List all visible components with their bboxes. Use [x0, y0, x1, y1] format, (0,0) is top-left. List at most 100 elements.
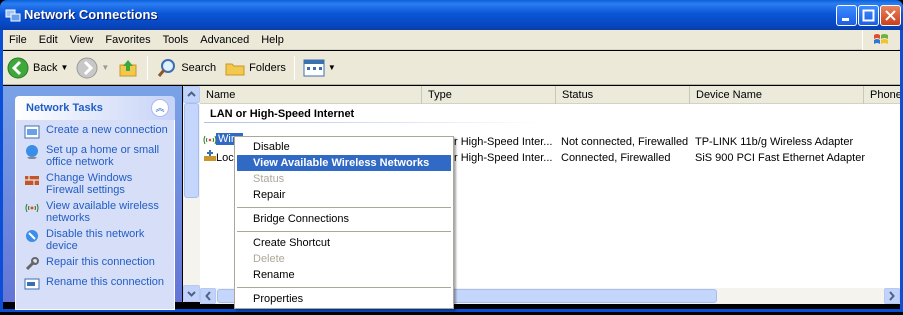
views-button[interactable]: ▼ [299, 55, 340, 81]
menu-properties[interactable]: Properties [237, 291, 451, 307]
toolbar: Back ▼ ▼ Search Folders ▼ [3, 51, 900, 85]
menu-bar: File Edit View Favorites Tools Advanced … [3, 30, 900, 50]
column-type[interactable]: Type [422, 86, 556, 104]
network-connections-icon [5, 9, 21, 22]
folders-button[interactable]: Folders [220, 55, 290, 81]
search-button[interactable]: Search [152, 55, 220, 81]
task-repair[interactable]: Repair this connection [24, 256, 168, 272]
back-button[interactable]: Back ▼ [3, 55, 72, 81]
context-menu: Disable View Available Wireless Networks… [234, 136, 454, 309]
task-disable-device[interactable]: Disable this network device [24, 228, 168, 252]
network-tasks-title: Network Tasks [26, 102, 103, 114]
row-device: TP-LINK 11b/g Wireless Adapter [695, 136, 854, 148]
task-label: Rename this connection [46, 276, 165, 288]
search-label: Search [181, 61, 217, 74]
forward-button[interactable]: ▼ [72, 55, 113, 81]
column-header: Name Type Status Device Name Phone # [200, 86, 900, 104]
back-dropdown-icon[interactable]: ▼ [60, 63, 68, 72]
menu-repair[interactable]: Repair [237, 187, 451, 203]
menu-rename[interactable]: Rename [237, 267, 451, 283]
menu-advanced[interactable]: Advanced [194, 31, 255, 49]
new-connection-icon [24, 125, 40, 139]
close-button[interactable] [880, 5, 901, 26]
menu-file[interactable]: File [3, 31, 33, 49]
home-network-icon [26, 145, 38, 159]
task-home-network[interactable]: Set up a home or small office network [24, 144, 168, 168]
task-view-wireless[interactable]: View available wireless networks [24, 200, 168, 224]
group-divider [204, 122, 544, 123]
folders-icon [225, 63, 245, 75]
column-phone[interactable]: Phone # [864, 86, 900, 104]
firewall-icon [25, 176, 39, 185]
menu-edit[interactable]: Edit [33, 31, 64, 49]
scroll-down-button[interactable] [183, 285, 200, 302]
wireless-connection-icon [203, 135, 217, 145]
windows-flag-icon [874, 34, 888, 44]
wireless-icon [25, 203, 39, 213]
row-type: r High-Speed Inter... [454, 152, 553, 164]
scroll-right-button[interactable] [884, 288, 900, 304]
title-bar[interactable]: Network Connections [0, 0, 903, 30]
minimize-button[interactable] [836, 5, 857, 26]
row-status: Connected, Firewalled [561, 152, 671, 164]
forward-arrow-icon [76, 57, 98, 78]
lan-connection-icon [204, 150, 216, 161]
menu-bridge-connections[interactable]: Bridge Connections [237, 211, 451, 227]
column-name[interactable]: Name [200, 86, 422, 104]
toolbar-separator [147, 55, 149, 80]
scroll-thumb[interactable] [184, 103, 199, 198]
network-tasks-header[interactable]: Network Tasks ︽ [15, 96, 175, 120]
scroll-left-button[interactable] [200, 288, 216, 304]
close-icon [885, 10, 896, 21]
column-status[interactable]: Status [556, 86, 690, 104]
menu-view-wireless-networks[interactable]: View Available Wireless Networks [237, 155, 451, 171]
menu-separator [237, 287, 451, 288]
menu-tools[interactable]: Tools [157, 31, 195, 49]
task-label: Change Windows Firewall settings [46, 172, 133, 196]
task-create-connection[interactable]: Create a new connection [24, 124, 168, 140]
window-title: Network Connections [24, 7, 158, 22]
menu-help[interactable]: Help [255, 31, 290, 49]
collapse-chevron-icon[interactable]: ︽ [151, 99, 169, 117]
windows-logo [862, 30, 898, 50]
row-status: Not connected, Firewalled [561, 136, 689, 148]
maximize-button[interactable] [858, 5, 879, 26]
repair-wrench-icon [25, 257, 39, 271]
menu-status: Status [253, 173, 285, 185]
menu-favorites[interactable]: Favorites [99, 31, 156, 49]
menu-disable[interactable]: Disable [237, 139, 451, 155]
task-firewall[interactable]: Change Windows Firewall settings [24, 172, 168, 196]
task-pane: Network Tasks ︽ Create a new connection … [3, 86, 182, 310]
views-dropdown-icon[interactable]: ▼ [328, 63, 336, 72]
rename-icon [24, 278, 40, 290]
task-rename[interactable]: Rename this connection [24, 276, 168, 292]
row-type: r High-Speed Inter... [454, 136, 553, 148]
folders-label: Folders [249, 61, 286, 74]
views-icon [303, 59, 325, 76]
search-icon [158, 58, 176, 77]
task-label: Disable this network device [46, 228, 145, 252]
menu-separator [237, 231, 451, 232]
chevron-up-icon [187, 91, 196, 97]
column-device-name[interactable]: Device Name [690, 86, 864, 104]
group-header: LAN or High-Speed Internet [210, 108, 355, 120]
chevron-down-icon [187, 291, 196, 297]
disable-network-icon [26, 230, 38, 242]
row-device: SiS 900 PCI Fast Ethernet Adapter [695, 152, 865, 164]
forward-dropdown-icon[interactable]: ▼ [101, 63, 109, 72]
chevron-right-icon [889, 291, 895, 301]
menu-delete: Delete [253, 253, 285, 265]
network-tasks-panel: Network Tasks ︽ Create a new connection … [15, 96, 175, 310]
maximize-icon [862, 9, 875, 22]
task-label: Set up a home or small office network [46, 144, 160, 168]
task-label: Create a new connection [46, 124, 168, 136]
menu-separator [237, 207, 451, 208]
up-folder-button[interactable] [113, 55, 143, 81]
vertical-scrollbar[interactable] [183, 86, 200, 302]
scroll-up-button[interactable] [183, 86, 200, 103]
network-tasks-list: Create a new connection Set up a home or… [15, 120, 175, 310]
task-label: View available wireless networks [46, 200, 159, 224]
menu-view[interactable]: View [64, 31, 100, 49]
menu-create-shortcut[interactable]: Create Shortcut [237, 235, 451, 251]
up-folder-icon [119, 59, 137, 76]
